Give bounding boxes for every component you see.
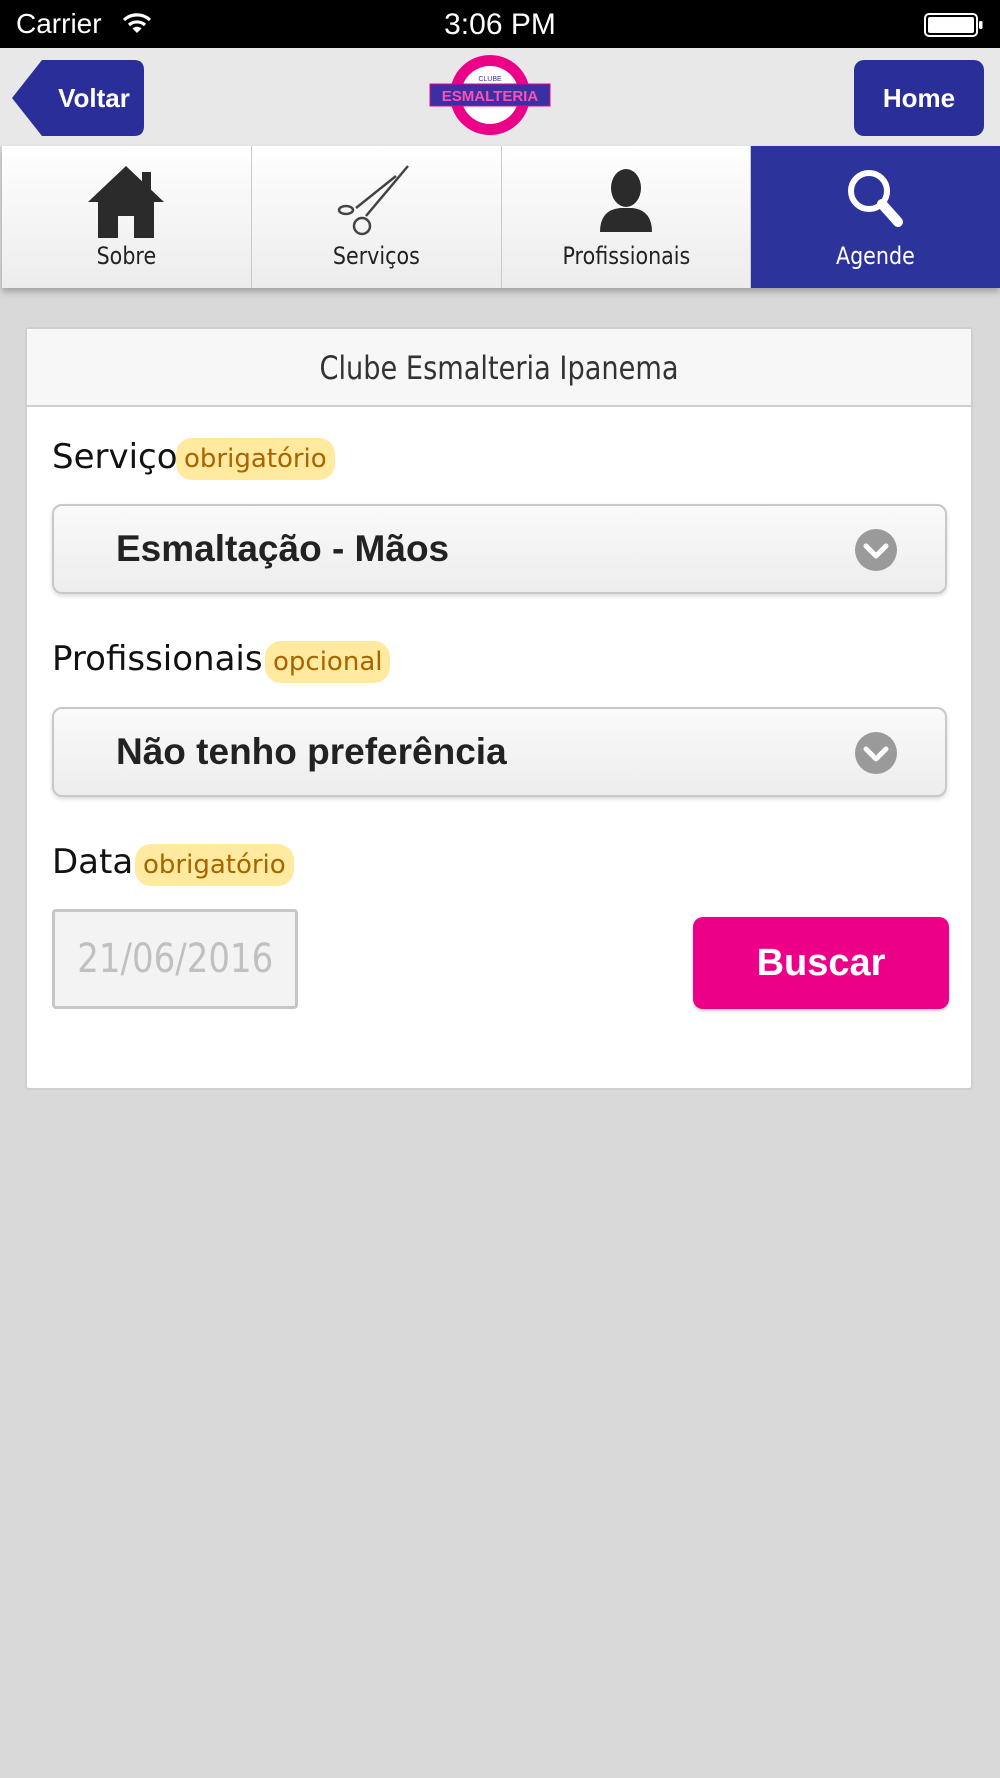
home-button[interactable]: Home	[854, 60, 984, 136]
date-label: Data	[52, 842, 134, 882]
search-icon	[751, 164, 1000, 234]
person-icon	[502, 164, 751, 234]
tab-label: Sobre	[96, 242, 157, 270]
tab-label: Agende	[836, 242, 916, 270]
professionals-label: Profissionais	[52, 639, 263, 679]
card-header: Clube Esmalteria Ipanema	[27, 329, 971, 407]
professionals-optional-badge: opcional	[265, 641, 391, 683]
navigation-bar: Voltar CLUBE ESMALTERIA Home	[0, 48, 1000, 146]
back-button[interactable]: Voltar	[12, 60, 144, 136]
service-select[interactable]: Esmaltação - Mãos	[52, 504, 947, 594]
booking-card: Clube Esmalteria Ipanema Serviço obrigat…	[25, 327, 973, 1090]
date-input[interactable]: 21/06/2016	[52, 909, 298, 1009]
tab-label: Profissionais	[561, 242, 690, 270]
tab-sobre[interactable]: Sobre	[2, 146, 252, 288]
chevron-down-icon	[855, 732, 897, 774]
date-required-badge: obrigatório	[135, 844, 294, 886]
professional-select[interactable]: Não tenho preferência	[52, 707, 947, 797]
salon-title: Clube Esmalteria Ipanema	[319, 349, 679, 387]
scissors-icon	[252, 164, 501, 236]
tab-agende[interactable]: Agende	[751, 146, 1000, 288]
status-bar: Carrier 3:06 PM	[0, 0, 1000, 48]
professional-select-value: Não tenho preferência	[116, 731, 507, 772]
tab-label: Serviços	[332, 242, 420, 270]
tab-bar: Sobre Serviços Profissionais Agende	[2, 146, 1000, 288]
logo-text: ESMALTERIA	[442, 88, 539, 105]
service-label: Serviço	[52, 437, 178, 477]
tab-profissionais[interactable]: Profissionais	[501, 146, 752, 288]
service-select-value: Esmaltação - Mãos	[116, 528, 450, 569]
clube-esmalteria-logo: CLUBE ESMALTERIA	[428, 50, 552, 140]
service-required-badge: obrigatório	[176, 438, 335, 480]
chevron-down-icon	[855, 529, 897, 571]
date-input-placeholder: 21/06/2016	[77, 936, 273, 982]
clock: 3:06 PM	[444, 8, 556, 41]
home-icon	[2, 164, 251, 238]
search-button[interactable]: Buscar	[693, 917, 949, 1009]
logo-top-text: CLUBE	[478, 76, 502, 83]
tab-servicos[interactable]: Serviços	[251, 146, 502, 288]
back-button-label: Voltar	[58, 83, 130, 113]
battery-icon	[924, 13, 984, 42]
